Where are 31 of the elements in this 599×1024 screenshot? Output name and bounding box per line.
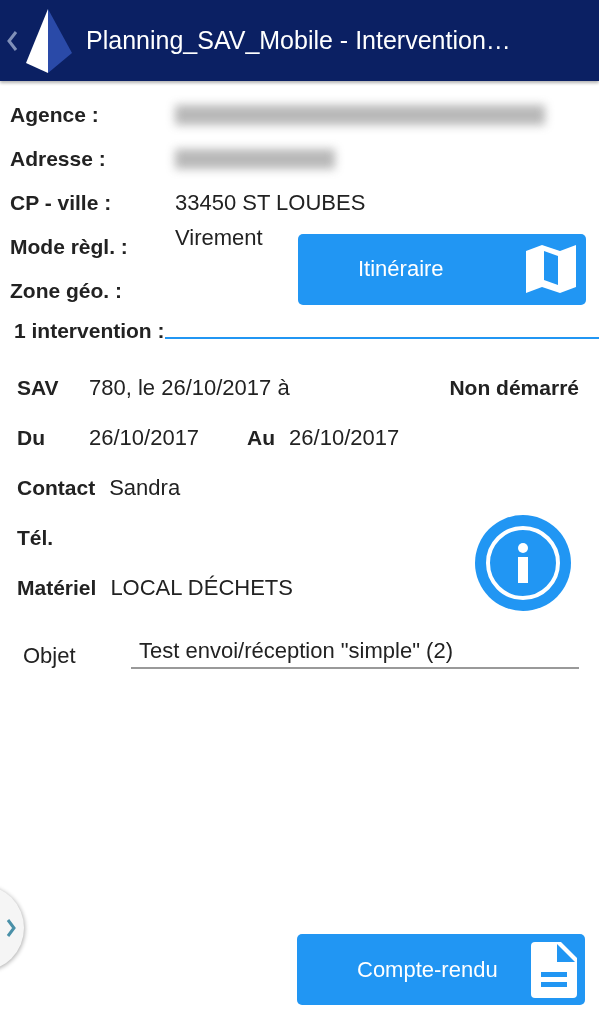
- field-value: LOCAL DÉCHETS: [110, 575, 293, 601]
- field-label: Zone géo. :: [10, 279, 123, 303]
- field-label: Au: [247, 426, 276, 450]
- chevron-right-icon: [6, 918, 16, 938]
- field-value: Sandra: [109, 475, 181, 501]
- field-value: 26/10/2017: [289, 425, 400, 451]
- field-value: 26/10/2017: [89, 425, 200, 451]
- back-icon[interactable]: [6, 29, 18, 52]
- pyramid-logo-icon: [26, 8, 72, 73]
- field-label: Matériel: [17, 576, 97, 600]
- field-label: Adresse :: [10, 147, 107, 171]
- itinerary-button[interactable]: Itinéraire: [298, 233, 586, 305]
- field-value: Virement: [175, 225, 264, 251]
- field-value: 33450 ST LOUBES: [175, 190, 367, 216]
- document-icon: [531, 941, 577, 998]
- field-value: 780, le 26/10/2017 à: [89, 375, 290, 401]
- field-label: SAV: [17, 376, 60, 400]
- window-title: Planning_SAV_Mobile - Intervention…: [86, 26, 511, 55]
- field-label: Du: [17, 426, 46, 450]
- report-button[interactable]: Compte-rendu: [297, 934, 585, 1005]
- section-title: 1 intervention :: [14, 319, 165, 343]
- field-label: Contact: [17, 476, 96, 500]
- object-field[interactable]: Test envoi/réception "simple" (2): [131, 638, 579, 669]
- field-label: Objet: [23, 643, 77, 669]
- field-label: CP - ville :: [10, 191, 113, 215]
- status-text: Non démarré: [449, 376, 579, 400]
- field-label: Tél.: [17, 526, 54, 550]
- info-icon: [485, 525, 561, 601]
- map-icon: [524, 243, 578, 295]
- field-label: Agence :: [10, 103, 100, 127]
- field-label: Mode règl. :: [10, 235, 129, 259]
